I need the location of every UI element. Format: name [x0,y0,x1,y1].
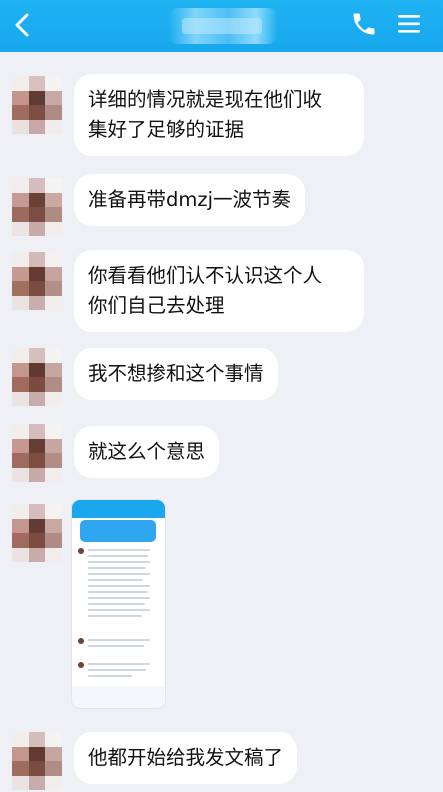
thumbnail-input-bar [72,686,165,708]
thumbnail-text-line [88,609,150,611]
thumbnail-avatar [78,638,84,644]
chat-title-blurred [168,8,278,44]
thumbnail-text-line [88,573,150,575]
chevron-left-icon[interactable] [8,10,38,40]
message-bubble[interactable]: 他都开始给我发文稿了 [74,732,298,784]
thumbnail-text-line [88,669,146,671]
message-bubble[interactable]: 详细的情况就是现在他们收 集好了足够的证据 [74,74,364,156]
thumbnail-text-line [88,615,142,617]
avatar[interactable] [12,348,62,406]
avatar[interactable] [12,76,62,134]
avatar[interactable] [12,732,62,790]
thumbnail-text-line [88,603,145,605]
thumbnail-text-line [88,549,150,551]
message-bubble[interactable]: 准备再带dmzj一波节奏 [74,174,306,226]
thumbnail-text-line [88,579,143,581]
message-bubble[interactable]: 你看看他们认不认识这个人 你们自己去处理 [74,250,364,332]
thumbnail-text-line [88,561,150,563]
image-message-thumbnail[interactable] [72,500,165,708]
thumbnail-text-line [88,675,132,677]
thumbnail-text-line [88,585,150,587]
avatar[interactable] [12,252,62,310]
avatar[interactable] [12,424,62,482]
avatar[interactable] [12,178,62,236]
thumbnail-text-line [88,555,148,557]
message-bubble[interactable]: 就这么个意思 [74,426,220,478]
thumbnail-text-line [88,591,148,593]
thumbnail-text-line [88,597,150,599]
avatar[interactable] [12,504,62,562]
message-bubble[interactable]: 我不想掺和这个事情 [74,348,278,400]
thumbnail-bubble [80,520,156,542]
thumbnail-avatar [78,662,84,668]
thumbnail-text-line [88,645,144,647]
thumbnail-header [72,500,165,518]
thumbnail-text-line [88,663,150,665]
phone-icon[interactable] [350,10,378,38]
thumbnail-avatar [78,548,84,554]
thumbnail-text-line [88,639,150,641]
chat-header [0,0,443,52]
thumbnail-text-line [88,567,146,569]
hamburger-menu-icon[interactable] [394,9,424,39]
